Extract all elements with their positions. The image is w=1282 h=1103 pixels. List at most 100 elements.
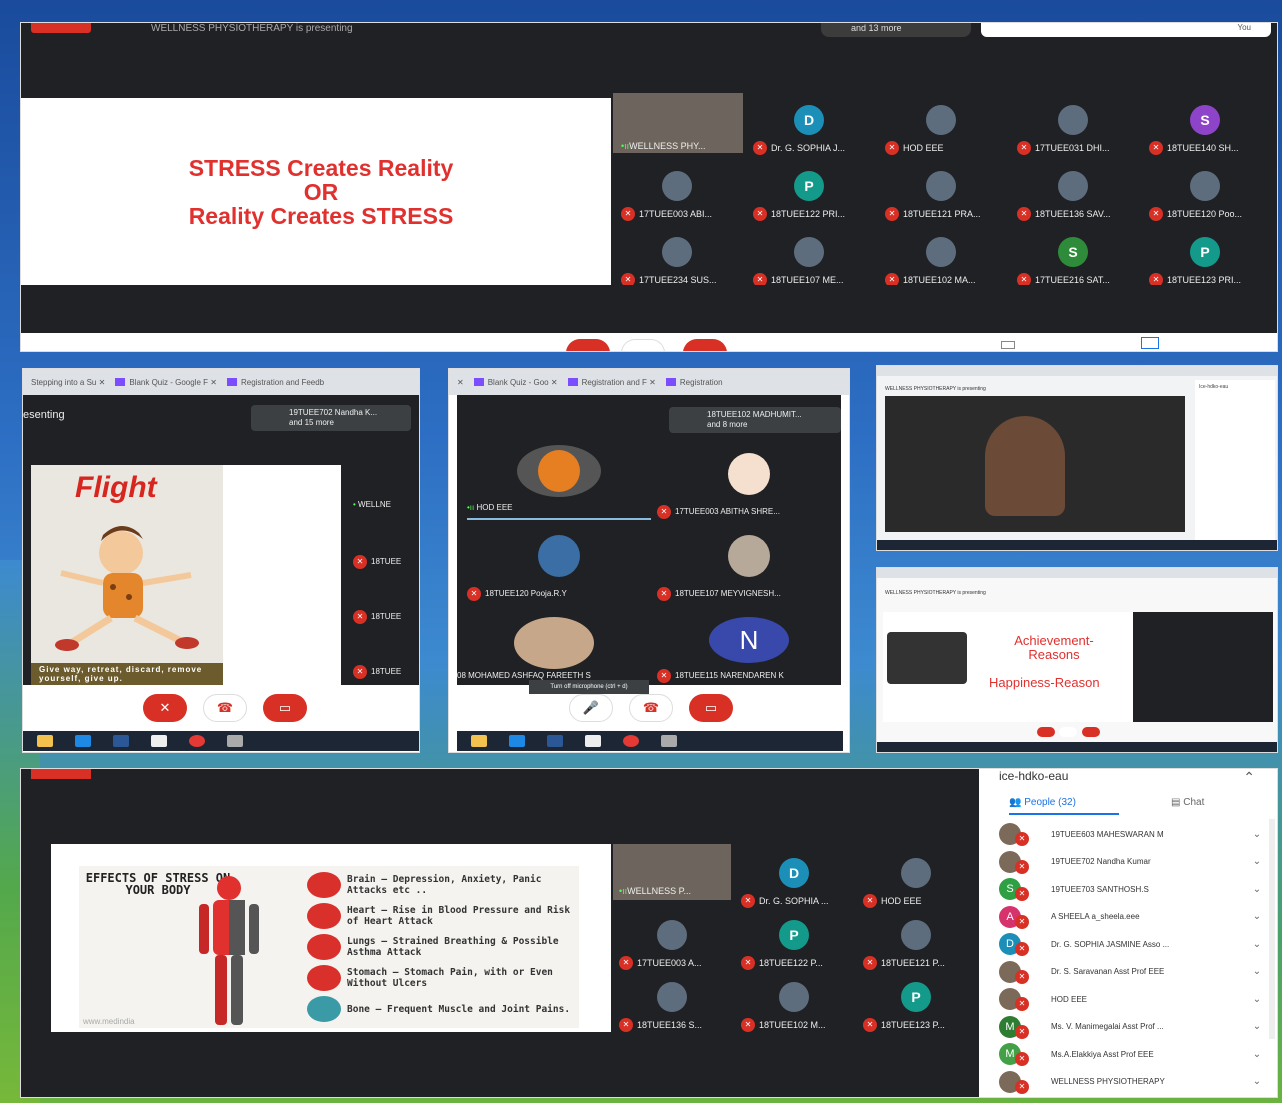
participant-tile[interactable]: ✕ 18TUEE107 ME... <box>745 237 873 287</box>
chevron-down-icon[interactable]: ⌄ <box>1249 966 1265 977</box>
app-icon[interactable] <box>227 735 243 747</box>
captions-icon[interactable] <box>1001 341 1015 349</box>
mic-off-icon: ✕ <box>885 207 899 221</box>
people-list-item[interactable]: ✕ 19TUEE603 MAHESWARAN M ⌄ <box>999 821 1265 847</box>
mic-toggle-button[interactable] <box>1037 727 1055 737</box>
browser-tab[interactable]: Blank Quiz - Google F ✕ <box>115 378 217 387</box>
browser-tab[interactable]: Registration <box>665 378 723 387</box>
participant-tile[interactable]: S ✕ 18TUEE140 SH... <box>1141 105 1269 155</box>
participants-badge[interactable]: 19TUEE702 Nandha K... and 15 more <box>251 405 411 431</box>
participant-avatar <box>901 920 931 950</box>
participant-tile[interactable]: D ✕ Dr. G. SOPHIA ... <box>735 844 853 908</box>
participant-tile[interactable]: ✕ 17TUEE003 ABITHA SHRE... <box>657 445 841 525</box>
participant-tile[interactable]: ✕ 18TUEE102 MA... <box>877 237 1005 287</box>
chevron-down-icon[interactable]: ⌄ <box>1249 994 1265 1005</box>
participant-tile[interactable]: N ✕ 18TUEE115 NARENDAREN K <box>657 617 841 685</box>
participant-tile[interactable]: ✕ 18TUEE136 SAV... <box>1009 171 1137 221</box>
chevron-down-icon[interactable]: ⌄ <box>1249 884 1265 895</box>
word-icon[interactable] <box>113 735 129 747</box>
leave-call-button[interactable]: ☎ <box>203 694 247 722</box>
chevron-down-icon[interactable]: ⌄ <box>1249 1076 1265 1087</box>
tab-people[interactable]: 👥 People (32) <box>1009 797 1076 808</box>
participant-tile[interactable]: ✕ 18TUEE121 PRA... <box>877 171 1005 221</box>
participant-name: 19TUEE702 Nandha Kumar <box>1051 857 1151 866</box>
participant-tile[interactable]: ✕ 18TUEE136 S... <box>613 968 731 1032</box>
scrollbar[interactable] <box>1269 819 1275 1039</box>
participant-tile[interactable]: ✕ 18TUEE102 M... <box>735 968 853 1032</box>
participant-tile[interactable]: S ✕ 17TUEE216 SAT... <box>1009 237 1137 287</box>
app-icon[interactable] <box>661 735 677 747</box>
camera-off-button[interactable] <box>683 339 727 351</box>
people-list-item[interactable]: ✕ Dr. S. Saravanan Asst Prof EEE ⌄ <box>999 959 1265 985</box>
participant-tile[interactable]: •ıı WELLNESS PHY... <box>613 93 743 153</box>
collapse-icon[interactable]: ⌃ <box>1243 769 1255 786</box>
people-list-item[interactable]: M ✕ Ms. V. Manimegalai Asst Prof ... ⌄ <box>999 1014 1265 1040</box>
participant-tile[interactable]: ✕ HOD EEE <box>857 844 975 908</box>
chevron-down-icon[interactable]: ⌄ <box>1249 1021 1265 1032</box>
slide-line-2: Reasons <box>1028 647 1080 662</box>
people-list-item[interactable]: D ✕ Dr. G. SOPHIA JASMINE Asso ... ⌄ <box>999 931 1265 957</box>
participant-tile[interactable]: ✕ 18TUEE120 Poo... <box>1141 171 1269 221</box>
store-icon[interactable] <box>585 735 601 747</box>
participant-tile[interactable]: ✕ HOD EEE <box>877 105 1005 155</box>
meet-view: 18TUEE102 MADHUMIT... and 8 more •ıı HOD… <box>457 395 841 685</box>
participants-badge[interactable]: and 13 more <box>821 23 971 37</box>
participant-tile[interactable]: ✕ 18TUEE120 Pooja.R.Y <box>467 535 651 615</box>
browser-tab[interactable]: Registration and F ✕ <box>567 378 656 387</box>
people-list-item[interactable]: A ✕ A SHEELA a_sheela.eee ⌄ <box>999 904 1265 930</box>
mic-toggle-button[interactable]: ✕ <box>143 694 187 722</box>
leave-call-button[interactable]: ☎ <box>629 694 673 722</box>
speaking-icon: •ıı <box>619 886 628 896</box>
chevron-down-icon[interactable]: ⌄ <box>1249 829 1265 840</box>
chrome-icon[interactable] <box>189 735 205 747</box>
participant-tile[interactable]: •ıı HOD EEE <box>467 445 651 525</box>
chevron-down-icon[interactable]: ⌄ <box>1249 1049 1265 1060</box>
camera-toggle-button[interactable]: ▭ <box>689 694 733 722</box>
participant-tile[interactable]: ✕ 18TUEE107 MEYVIGNESH... <box>657 535 841 615</box>
more-count: and 13 more <box>851 23 902 33</box>
leave-call-button[interactable] <box>621 339 665 351</box>
participant-tile[interactable]: P ✕ 18TUEE123 P... <box>857 968 975 1032</box>
participant-tile[interactable]: •ıı WELLNESS P... <box>613 844 731 900</box>
people-list-item[interactable]: ✕ HOD EEE ⌄ <box>999 986 1265 1012</box>
mic-toggle-button[interactable]: 🎤 <box>569 694 613 722</box>
edge-icon[interactable] <box>75 735 91 747</box>
participant-tile[interactable]: D ✕ Dr. G. SOPHIA J... <box>745 105 873 155</box>
mic-off-button[interactable] <box>566 339 610 351</box>
browser-tab[interactable]: Stepping into a Su ✕ <box>31 378 105 387</box>
browser-tab[interactable]: Blank Quiz - Goo ✕ <box>473 378 558 387</box>
participant-tile[interactable]: P ✕ 18TUEE122 P... <box>735 906 853 970</box>
explorer-icon[interactable] <box>471 735 487 747</box>
tab-chat[interactable]: ▤ Chat <box>1171 797 1204 808</box>
mic-off-icon: ✕ <box>753 141 767 155</box>
people-list-item[interactable]: ✕ 19TUEE702 Nandha Kumar ⌄ <box>999 849 1265 875</box>
leave-call-button[interactable] <box>1059 727 1078 737</box>
camera-toggle-button[interactable]: ▭ <box>263 694 307 722</box>
participant-name: ✕ 17TUEE031 DHI... <box>1009 141 1137 155</box>
participant-tile[interactable]: ✕ 17TUEE234 SUS... <box>613 237 741 287</box>
participant-tile[interactable]: ✕ 17TUEE003 A... <box>613 906 731 970</box>
participants-badge[interactable]: 18TUEE102 MADHUMIT... and 8 more <box>669 407 841 433</box>
chrome-icon[interactable] <box>623 735 639 747</box>
participant-tile[interactable]: ✕ 17TUEE031 DHI... <box>1009 105 1137 155</box>
browser-tab[interactable]: Registration and Feedb <box>226 378 324 387</box>
chevron-down-icon[interactable]: ⌄ <box>1249 856 1265 867</box>
present-icon[interactable] <box>1141 337 1159 349</box>
camera-toggle-button[interactable] <box>1081 727 1100 737</box>
browser-tab[interactable]: ✕ <box>457 378 464 387</box>
chevron-down-icon[interactable]: ⌄ <box>1249 911 1265 922</box>
people-list-item[interactable]: ✕ WELLNESS PHYSIOTHERAPY ⌄ <box>999 1069 1265 1095</box>
word-icon[interactable] <box>547 735 563 747</box>
participant-tile[interactable]: P ✕ 18TUEE122 PRI... <box>745 171 873 221</box>
chevron-down-icon[interactable]: ⌄ <box>1249 939 1265 950</box>
participant-tile[interactable]: ✕ 18TUEE121 P... <box>857 906 975 970</box>
people-list-item[interactable]: S ✕ 19TUEE703 SANTHOSH.S ⌄ <box>999 876 1265 902</box>
edge-icon[interactable] <box>509 735 525 747</box>
effect-text: Bone – Frequent Muscle and Joint Pains. <box>347 1003 571 1015</box>
participant-tile[interactable]: ✕ 17TUEE003 ABI... <box>613 171 741 221</box>
participant-tile[interactable]: 08 MOHAMED ASHFAQ FAREETH S <box>457 617 651 685</box>
explorer-icon[interactable] <box>37 735 53 747</box>
people-list-item[interactable]: M ✕ Ms.A.Elakkiya Asst Prof EEE ⌄ <box>999 1041 1265 1067</box>
store-icon[interactable] <box>151 735 167 747</box>
participant-tile[interactable]: P ✕ 18TUEE123 PRI... <box>1141 237 1269 287</box>
